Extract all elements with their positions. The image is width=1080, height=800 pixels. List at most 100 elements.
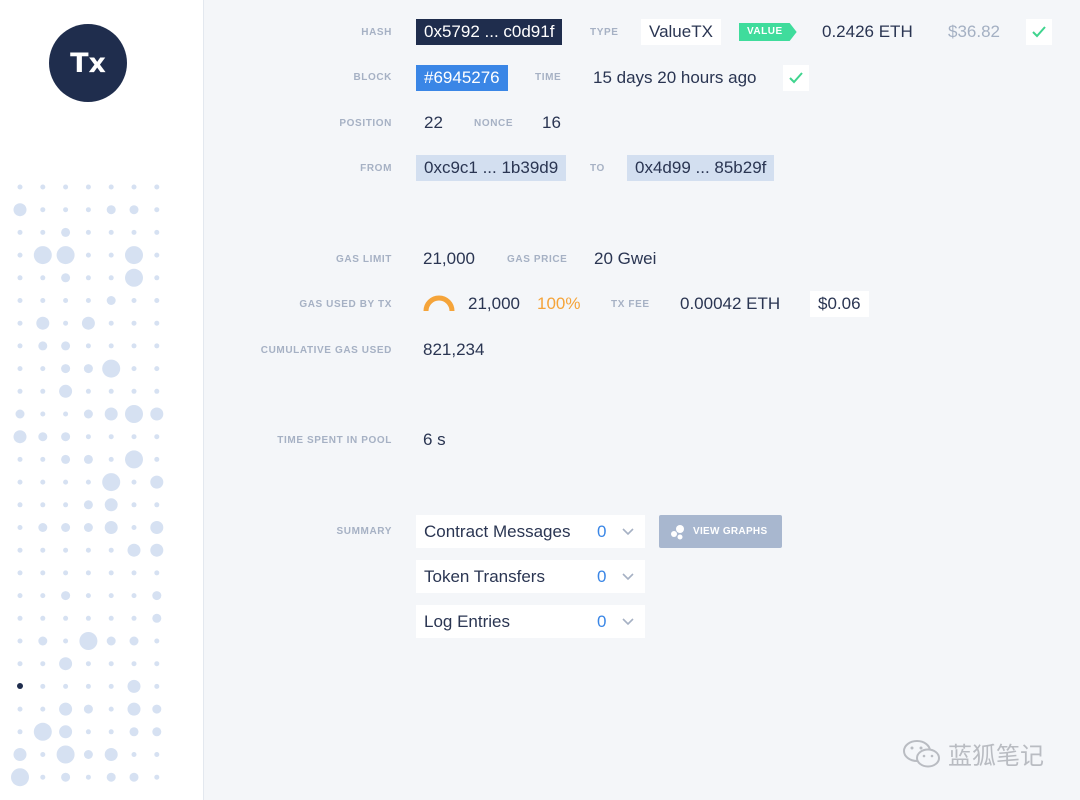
decorative-dot <box>104 407 118 421</box>
decorative-dot <box>154 388 160 394</box>
decorative-dot <box>154 184 160 190</box>
decorative-dot <box>17 729 23 735</box>
decorative-dot <box>106 772 116 782</box>
type-value: ValueTX <box>641 19 721 45</box>
decorative-dot <box>154 343 160 349</box>
decorative-dot <box>154 434 160 440</box>
decorative-dot <box>154 229 160 235</box>
view-graphs-label: VIEW GRAPHS <box>693 526 768 537</box>
decorative-dot <box>11 768 29 787</box>
decorative-dot <box>106 296 116 305</box>
decorative-dot <box>150 521 164 534</box>
decorative-dot <box>40 683 46 689</box>
decorative-dot <box>83 704 93 714</box>
decorative-dot <box>63 207 69 213</box>
decorative-dot <box>104 521 118 534</box>
decorative-dot <box>83 500 93 510</box>
gas-limit-value: 21,000 <box>423 249 475 268</box>
sidebar: Tx <box>0 0 204 800</box>
decorative-dot <box>131 479 137 485</box>
cumulative-gas-label: CUMULATIVE GAS USED <box>260 345 392 356</box>
decorative-dot <box>40 615 46 621</box>
decorative-dot <box>127 543 141 557</box>
decorative-dot <box>63 570 69 576</box>
from-address[interactable]: 0xc9c1 ... 1b39d9 <box>416 155 567 181</box>
summary-label: SUMMARY <box>336 526 392 537</box>
time-in-pool-value: 6 s <box>423 430 446 449</box>
decorative-dot <box>40 479 46 485</box>
gas-used-label: GAS USED BY TX <box>299 299 392 310</box>
decorative-dot <box>131 434 137 440</box>
nonce-value: 16 <box>542 113 561 132</box>
decorative-dot <box>40 229 46 235</box>
summary-log-entries[interactable]: Log Entries 0 <box>416 605 645 638</box>
decorative-dot <box>40 207 46 213</box>
decorative-dot <box>83 750 93 759</box>
chevron-down-icon[interactable] <box>619 568 637 586</box>
block-value[interactable]: #6945276 <box>416 65 508 91</box>
decorative-dot <box>85 298 91 303</box>
decorative-dot <box>61 341 71 351</box>
decorative-dot <box>131 593 137 599</box>
summary-token-transfers[interactable]: Token Transfers 0 <box>416 560 645 593</box>
decorative-dot <box>40 752 46 757</box>
decorative-dot <box>85 388 91 394</box>
decorative-dot <box>17 615 23 621</box>
decorative-dot <box>152 704 162 714</box>
decorative-dot <box>108 343 114 349</box>
decorative-dot <box>154 661 160 667</box>
from-label: FROM <box>360 163 392 174</box>
decorative-dot <box>40 456 46 462</box>
decorative-dot <box>102 359 121 378</box>
hash-label: HASH <box>361 27 392 38</box>
decorative-dot <box>85 207 91 213</box>
value-tag: VALUE <box>739 23 797 41</box>
decorative-dot <box>131 343 137 349</box>
decorative-dot <box>108 615 114 621</box>
decorative-dot <box>102 473 121 492</box>
chevron-down-icon[interactable] <box>619 613 637 631</box>
decorative-dot <box>108 547 114 553</box>
decorative-dot <box>38 432 48 442</box>
decorative-dot <box>40 275 46 281</box>
status-check-icon <box>1026 19 1052 45</box>
decorative-dot <box>85 434 91 440</box>
decorative-dot <box>152 727 162 737</box>
decorative-dot <box>17 343 23 349</box>
chevron-down-icon[interactable] <box>619 523 637 541</box>
decorative-dot <box>81 316 95 330</box>
decorative-dot <box>154 638 160 644</box>
view-graphs-button[interactable]: VIEW GRAPHS <box>659 515 782 548</box>
decorative-dot <box>13 203 27 217</box>
decorative-dot <box>108 456 114 462</box>
decorative-dot <box>13 430 27 444</box>
decorative-dot <box>129 205 139 215</box>
decorative-dot <box>63 502 69 508</box>
gas-used-percent: 100% <box>537 294 581 313</box>
decorative-dot <box>83 409 93 419</box>
summary-contract-messages[interactable]: Contract Messages 0 <box>416 515 645 548</box>
block-label: BLOCK <box>353 72 392 83</box>
decorative-dot <box>85 570 91 576</box>
decorative-dot <box>40 706 46 712</box>
decorative-dot <box>61 772 71 782</box>
decorative-dot <box>125 450 143 469</box>
decorative-dot <box>79 632 98 650</box>
decorative-dot <box>40 411 46 417</box>
summary-item-name: Token Transfers <box>424 566 545 586</box>
decorative-dot <box>131 525 137 530</box>
watermark-text: 蓝狐笔记 <box>948 742 1044 770</box>
decorative-dot <box>131 388 137 394</box>
to-address[interactable]: 0x4d99 ... 85b29f <box>627 155 775 181</box>
decorative-dot <box>61 227 71 237</box>
decorative-dot <box>40 661 46 667</box>
decorative-dot <box>154 683 160 689</box>
decorative-dot <box>36 316 50 330</box>
watermark: 蓝狐笔记 <box>902 736 1044 771</box>
decorative-dot <box>154 570 160 576</box>
decorative-dot <box>63 184 69 190</box>
hash-value[interactable]: 0x5792 ... c0d91f <box>416 19 563 45</box>
decorative-dot <box>154 298 160 303</box>
decorative-dot <box>83 454 93 464</box>
decorative-dot <box>40 184 46 190</box>
